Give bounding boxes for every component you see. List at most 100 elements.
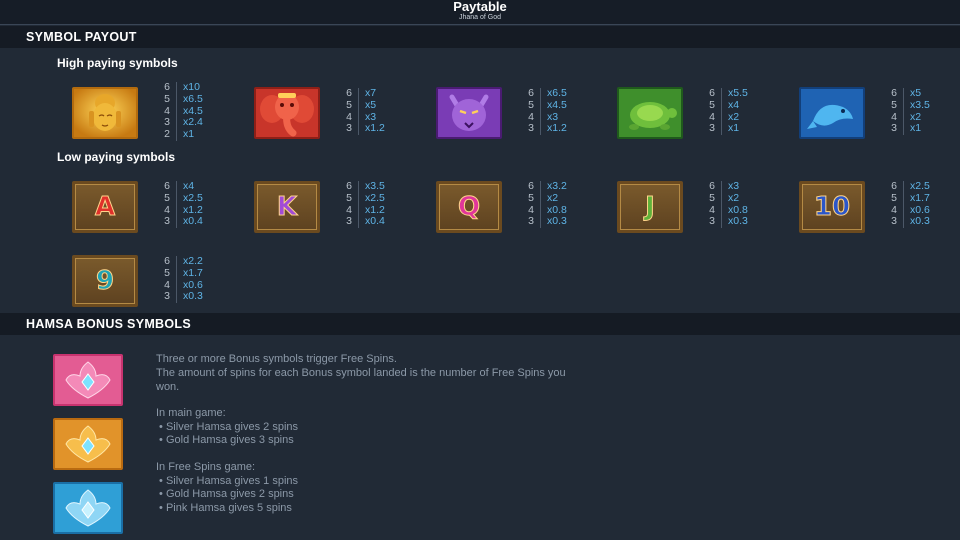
symbol-count: 3 [891,215,897,228]
payout-multiplier: x1 [728,122,740,135]
silver-hamsa-icon [53,482,123,534]
payout-multiplier: x1.2 [547,122,567,135]
symbol-count: 5 [164,266,170,279]
divider [176,82,177,94]
bonus-description-line-1: Three or more Bonus symbols trigger Free… [156,353,397,365]
payout-row: 5 x2.5 [342,191,422,205]
turtle-payout: 6 x5.5 5 x4 4 x2 3 x1 [705,87,785,136]
divider [903,99,904,112]
symbol-count: 3 [709,122,715,135]
divider [176,93,177,106]
number-9-symbol-icon: 9 [72,255,138,307]
payout-multiplier: x5 [365,98,377,111]
payout-row: 5 x2.5 [160,192,240,205]
symbol-count: 3 [528,122,534,135]
divider [540,216,541,229]
symbol-count: 3 [528,215,534,228]
main-game-heading: In main game: [156,407,226,419]
divider [176,216,177,229]
divider [358,204,359,217]
divider [176,291,177,304]
letter-j-glyph: J [645,192,656,223]
payout-row: 6 x5.5 [705,87,785,100]
payout-multiplier: x1.7 [183,266,203,279]
letter-q-glyph: Q [457,192,481,223]
divider [721,216,722,229]
payout-multiplier: x1.7 [910,191,930,204]
bonus-description-line-2: The amount of spins for each Bonus symbo… [156,367,566,379]
payout-row: 3 x0.4 [342,215,422,229]
letter-j-symbol-icon: J [617,181,683,233]
number-9-glyph: 9 [95,266,115,297]
payout-multiplier: x2.5 [365,191,385,204]
divider [176,279,177,292]
payout-row: 5 x1.7 [160,266,240,280]
payout-multiplier: x0.3 [183,290,203,303]
free-spins-silver: • Silver Hamsa gives 1 spins [156,475,299,487]
payout-multiplier: x0.4 [365,215,385,228]
payout-row: 3 x2.4 [160,117,240,130]
free-spins-pink: • Pink Hamsa gives 5 spins [156,502,292,514]
divider [721,181,722,193]
symbol-count: 5 [891,191,897,204]
section-title-symbol-payout: SYMBOL PAYOUT [26,30,137,44]
payout-row: 4 x2 [887,111,960,124]
payout-multiplier: x1 [910,122,922,135]
divider [540,111,541,124]
symbol-payout-section: SYMBOL PAYOUT [0,26,960,48]
payout-row: 5 x3.5 [887,98,960,112]
divider [176,181,177,193]
gold-hamsa-icon [53,418,123,470]
payout-row: 6 x3 [705,180,785,193]
symbol-count: 5 [709,191,715,204]
divider [903,88,904,100]
divider [358,192,359,205]
symbol-count: 5 [346,191,352,204]
letter-q-symbol-icon: Q [436,181,502,233]
fish-symbol-icon [799,87,865,139]
payout-row: 4 x2 [705,111,785,124]
payout-row: 3 x0.3 [524,215,604,229]
divider [176,192,177,205]
payout-multiplier: x4.5 [547,98,567,111]
symbol-count: 3 [346,215,352,228]
symbol-count: 5 [709,98,715,111]
letter-q-payout: 6 x3.2 5 x2 4 x0.8 3 x0.3 [524,180,604,229]
letter-a-symbol-icon: A [72,181,138,233]
letter-k-glyph: K [276,192,298,223]
high-paying-title: High paying symbols [57,56,178,70]
symbol-count: 5 [528,98,534,111]
divider [721,123,722,136]
buddha-payout: 6 x10 5 x6.5 4 x4.5 3 x2.4 2 x1 [160,81,240,141]
divider [176,117,177,130]
payout-multiplier: x3.5 [910,98,930,111]
letter-a-glyph: A [94,192,116,223]
payout-multiplier: x1 [183,128,195,141]
divider [540,88,541,100]
divider [721,192,722,205]
letter-k-payout: 6 x3.5 5 x2.5 4 x1.2 3 x0.4 [342,180,422,229]
payout-multiplier: x0.4 [183,215,203,228]
symbol-count: 2 [164,128,170,141]
payout-row: 3 x0.4 [160,215,240,229]
payout-row: 3 x1.2 [342,122,422,136]
number-10-symbol-icon: 10 [799,181,865,233]
divider [721,111,722,124]
divider [540,99,541,112]
payout-row: 5 x2 [705,191,785,205]
payout-row: 5 x4.5 [524,98,604,112]
payout-row: 5 x5 [342,98,422,112]
main-game-gold: • Gold Hamsa gives 3 spins [156,434,294,446]
hamsa-bonus-section: HAMSA BONUS SYMBOLS [0,313,960,335]
divider [903,204,904,217]
section-title-hamsa-bonus: HAMSA BONUS SYMBOLS [26,317,191,331]
payout-multiplier: x2 [728,191,740,204]
divider [903,181,904,193]
divider [176,105,177,118]
payout-row: 6 x7 [342,87,422,100]
symbol-count: 3 [346,122,352,135]
turtle-symbol-icon [617,87,683,139]
payout-row: 6 x3.2 [524,180,604,193]
top-bar: Paytable Jhana of God [0,0,960,25]
divider [903,111,904,124]
